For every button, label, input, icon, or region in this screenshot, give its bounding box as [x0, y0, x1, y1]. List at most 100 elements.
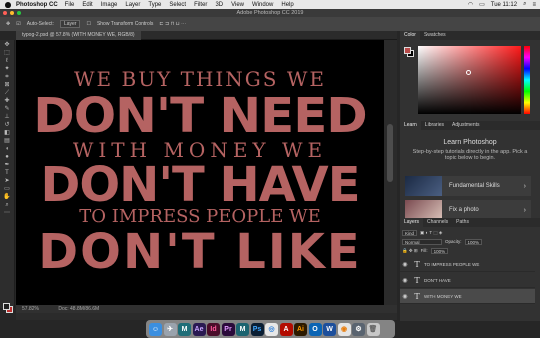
premiere-icon[interactable]: Pr — [221, 322, 235, 336]
vertical-scrollbar[interactable] — [384, 40, 397, 305]
muse-icon-2[interactable]: M — [236, 322, 249, 336]
foreground-color-swatch[interactable] — [3, 303, 10, 310]
menu-3d[interactable]: 3D — [215, 2, 223, 8]
app-menu[interactable]: Photoshop CC — [16, 2, 58, 8]
layer-name: WITH MONEY WE — [424, 293, 462, 299]
learn-description: Step-by-step tutorials directly in the a… — [412, 149, 528, 161]
marquee-tool-icon[interactable]: ⬚ — [3, 50, 12, 56]
pen-tool-icon[interactable]: ✒ — [3, 162, 12, 168]
document-tab[interactable]: typog-2.psd @ 57.8% (WITH MONEY WE, RGB/… — [16, 31, 141, 40]
zoom-tool-icon[interactable]: ⌕ — [3, 202, 12, 208]
tab-color[interactable]: Color — [400, 31, 420, 40]
menu-extras-icon[interactable]: ≡ — [532, 2, 536, 8]
auto-select-checkbox[interactable]: ☑ — [16, 21, 20, 27]
crop-tool-icon[interactable]: ⌗ — [3, 74, 12, 80]
menu-filter[interactable]: Filter — [194, 2, 207, 8]
layer-row-selected[interactable]: ◉ T WITH MONEY WE — [400, 289, 535, 304]
menu-type[interactable]: Type — [148, 2, 161, 8]
magic-wand-tool-icon[interactable]: ✦ — [3, 66, 12, 72]
acrobat-icon[interactable]: A — [279, 322, 293, 336]
safari-icon[interactable]: ◎ — [265, 322, 278, 336]
battery-icon[interactable]: ▭ — [479, 1, 485, 8]
card-label: Fundamental Skills — [449, 183, 500, 189]
finder-icon[interactable]: ☺ — [149, 322, 162, 336]
lasso-tool-icon[interactable]: ℓ — [3, 58, 12, 64]
visibility-eye-icon[interactable]: ◉ — [400, 293, 410, 300]
blur-tool-icon[interactable]: ◖ — [3, 146, 12, 152]
search-icon[interactable]: ⌕ — [523, 1, 526, 8]
show-transform-checkbox[interactable]: ☐ — [86, 21, 90, 27]
muse-icon[interactable]: M — [178, 322, 191, 336]
after-effects-icon[interactable]: Ae — [192, 322, 206, 336]
scroll-thumb[interactable] — [387, 124, 393, 182]
path-selection-tool-icon[interactable]: ➤ — [3, 178, 12, 184]
tab-adjustments[interactable]: Adjustments — [448, 121, 484, 130]
color-fg-swatch[interactable] — [404, 47, 411, 54]
blender-icon[interactable]: ◉ — [337, 322, 351, 336]
auto-select-target-dropdown[interactable]: Layer — [59, 20, 81, 28]
hand-tool-icon[interactable]: ✋ — [3, 194, 12, 200]
artwork-line-4: DON'T HAVE — [40, 157, 361, 213]
filter-icons[interactable]: ▣ ◐ T ⬚ ◈ — [420, 230, 442, 236]
color-picker-ring[interactable] — [466, 70, 471, 75]
tab-libraries[interactable]: Libraries — [421, 121, 448, 130]
more-tools-icon[interactable]: ⋯ — [3, 210, 12, 216]
horizontal-scrollbar[interactable] — [16, 313, 397, 320]
zoom-window-button[interactable] — [17, 11, 21, 15]
minimize-window-button[interactable] — [10, 11, 14, 15]
menu-edit[interactable]: Edit — [82, 2, 92, 8]
dodge-tool-icon[interactable]: ● — [3, 154, 12, 160]
layer-name: DON'T HAVE — [424, 277, 451, 283]
launchpad-icon[interactable]: ✈ — [163, 322, 177, 336]
utility-icon[interactable]: ⚙ — [352, 322, 365, 336]
menu-select[interactable]: Select — [169, 2, 186, 8]
apple-menu-icon[interactable] — [5, 1, 11, 8]
tab-paths[interactable]: Paths — [452, 218, 473, 227]
layer-lock-row: 🔒 ✥ ⊞ Fill: 100% — [402, 247, 449, 254]
type-tool-icon[interactable]: T — [3, 170, 12, 176]
layer-row[interactable]: ◉ T TO IMPRESS PEOPLE WE — [400, 257, 535, 272]
window-controls — [3, 11, 21, 15]
menu-image[interactable]: Image — [101, 2, 118, 8]
opacity-input[interactable]: 100% — [464, 238, 483, 245]
canvas[interactable]: WE BUY THINGS WE DON'T NEED WITH MONEY W… — [16, 40, 384, 305]
trash-icon[interactable]: 🗑 — [366, 322, 380, 336]
layer-row[interactable]: ◉ T DON'T HAVE — [400, 273, 535, 288]
menu-layer[interactable]: Layer — [125, 2, 140, 8]
menu-help[interactable]: Help — [281, 2, 293, 8]
tab-channels[interactable]: Channels — [423, 218, 452, 227]
word-icon[interactable]: W — [323, 322, 336, 336]
learn-panel: Learn Libraries Adjustments Learn Photos… — [400, 121, 540, 220]
color-picker-field[interactable] — [418, 46, 521, 114]
hue-slider[interactable] — [524, 46, 530, 114]
outlook-icon[interactable]: O — [308, 322, 322, 336]
photoshop-icon[interactable]: Ps — [250, 322, 264, 336]
tab-swatches[interactable]: Swatches — [420, 31, 450, 40]
tab-layers[interactable]: Layers — [400, 218, 424, 227]
learn-card-fundamental-skills[interactable]: Fundamental Skills › — [405, 176, 531, 196]
menu-file[interactable]: File — [65, 2, 75, 8]
menu-view[interactable]: View — [231, 2, 244, 8]
color-panel — [400, 40, 540, 120]
illustrator-icon[interactable]: Ai — [294, 322, 307, 336]
indesign-icon[interactable]: Id — [207, 322, 220, 336]
menu-window[interactable]: Window — [252, 2, 273, 8]
fill-input[interactable]: 100% — [430, 247, 449, 254]
tools-panel: ✥ ⬚ ℓ ✦ ⌗ ⊠ ⟋ ✚ ✎ ⊥ ↺ ◧ ▤ ◖ ● ✒ T ➤ ▭ ✋ … — [0, 40, 15, 313]
visibility-eye-icon[interactable]: ◉ — [400, 277, 410, 284]
wifi-icon[interactable]: ◠ — [468, 1, 473, 8]
zoom-level[interactable]: 57.82% — [22, 306, 39, 312]
lock-icons[interactable]: 🔒 ✥ ⊞ — [402, 248, 418, 254]
close-window-button[interactable] — [3, 11, 7, 15]
align-icons[interactable]: ⊏ ⊐ ⊓ ⊔ ⋯ — [159, 21, 186, 27]
move-tool-icon[interactable]: ✥ — [3, 42, 12, 48]
artwork-line-2: DON'T NEED — [33, 88, 367, 144]
tab-learn[interactable]: Learn — [400, 121, 421, 130]
layer-kind-filter[interactable]: Kind — [402, 229, 418, 236]
blend-mode-dropdown[interactable]: Normal — [402, 238, 442, 245]
move-tool-icon[interactable]: ✥ — [6, 21, 10, 27]
learn-card-fix-photo[interactable]: Fix a photo › — [405, 200, 531, 220]
shape-tool-icon[interactable]: ▭ — [3, 186, 12, 192]
clock[interactable]: Tue 11:12 — [491, 2, 517, 8]
visibility-eye-icon[interactable]: ◉ — [400, 261, 410, 268]
